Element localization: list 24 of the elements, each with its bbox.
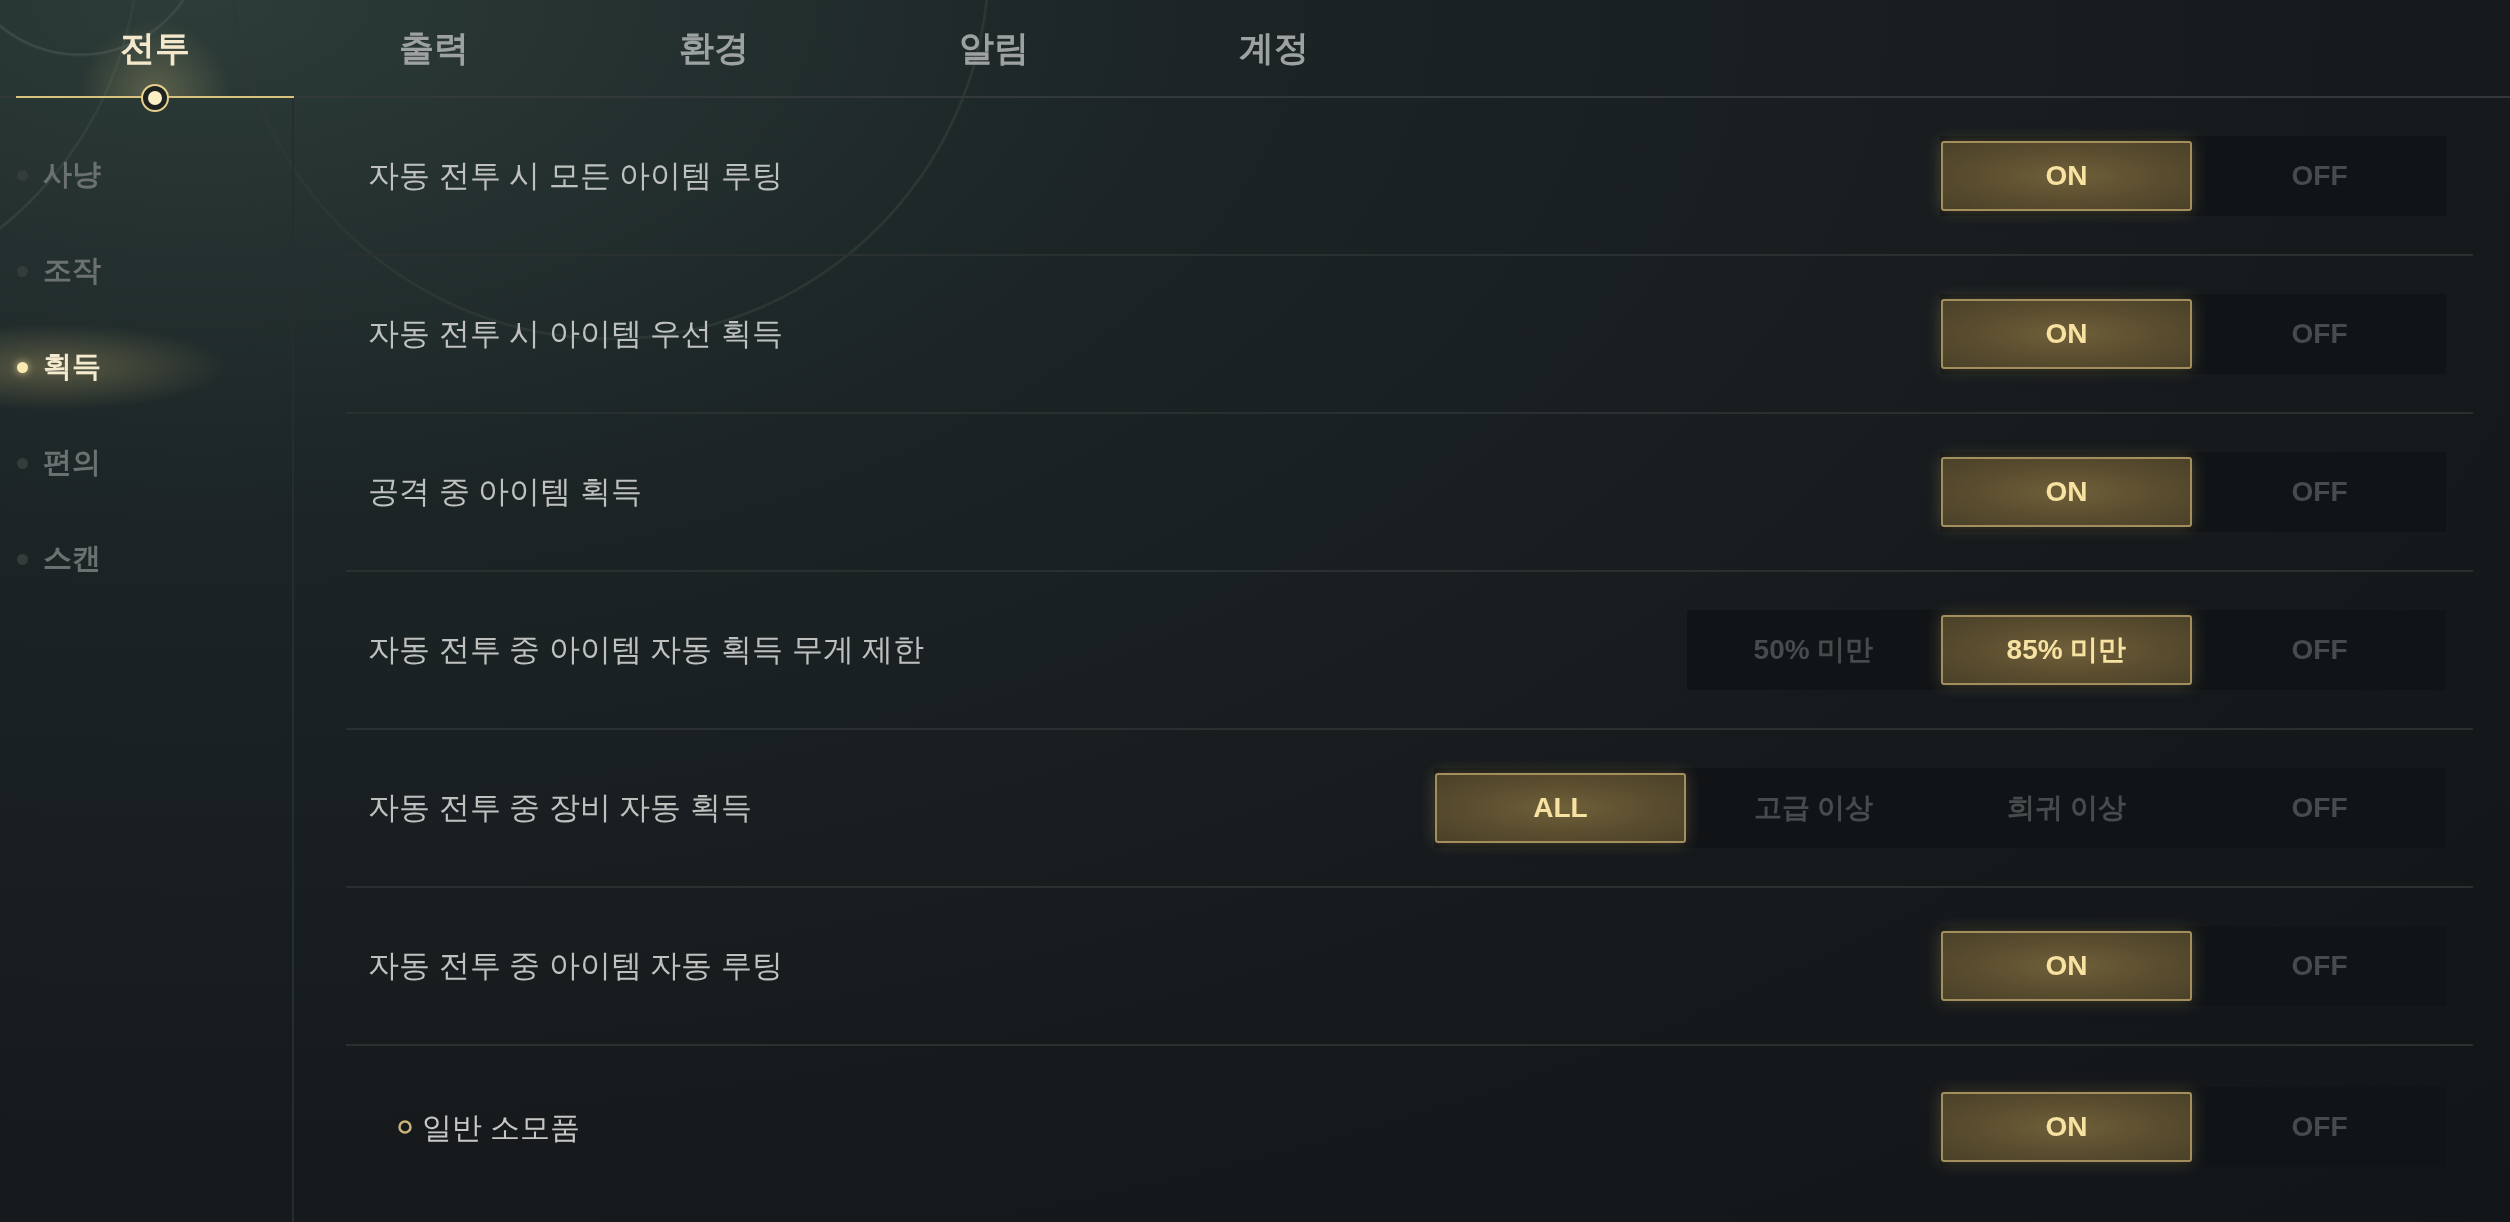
sidebar-item[interactable]: 사냥	[0, 127, 292, 223]
setting-label: 자동 전투 중 아이템 자동 획득 무게 제한	[368, 630, 925, 669]
setting-label: 자동 전투 시 모든 아이템 루팅	[368, 156, 784, 195]
option-button[interactable]: ON	[1941, 457, 2192, 527]
sidebar-item[interactable]: 스캔	[0, 511, 292, 607]
tab[interactable]: 환경	[574, 0, 854, 98]
tab[interactable]: 알림	[854, 0, 1134, 98]
sidebar-item[interactable]: 조작	[0, 223, 292, 319]
option-button[interactable]: ON	[1941, 1092, 2192, 1162]
setting-label: 자동 전투 중 아이템 자동 루팅	[368, 946, 784, 985]
setting-label: 공격 중 아이템 획득	[368, 472, 642, 511]
option-button[interactable]: ALL	[1435, 773, 1686, 843]
option-button[interactable]: ON	[1941, 299, 2192, 369]
tab[interactable]: 출력	[294, 0, 574, 98]
sidebar-item[interactable]: 편의	[0, 415, 292, 511]
tab[interactable]: 계정	[1134, 0, 1414, 98]
setting-label: 일반 소모품	[422, 1109, 581, 1146]
option-button[interactable]: 85% 미만	[1941, 615, 2192, 685]
circle-icon	[398, 1120, 412, 1134]
ring-icon	[140, 83, 170, 113]
option-button[interactable]: ON	[1941, 141, 2192, 211]
setting-label: 자동 전투 시 아이템 우선 획득	[368, 314, 784, 353]
setting-label: 자동 전투 중 장비 자동 획득	[368, 788, 753, 827]
option-button[interactable]: ON	[1941, 931, 2192, 1001]
